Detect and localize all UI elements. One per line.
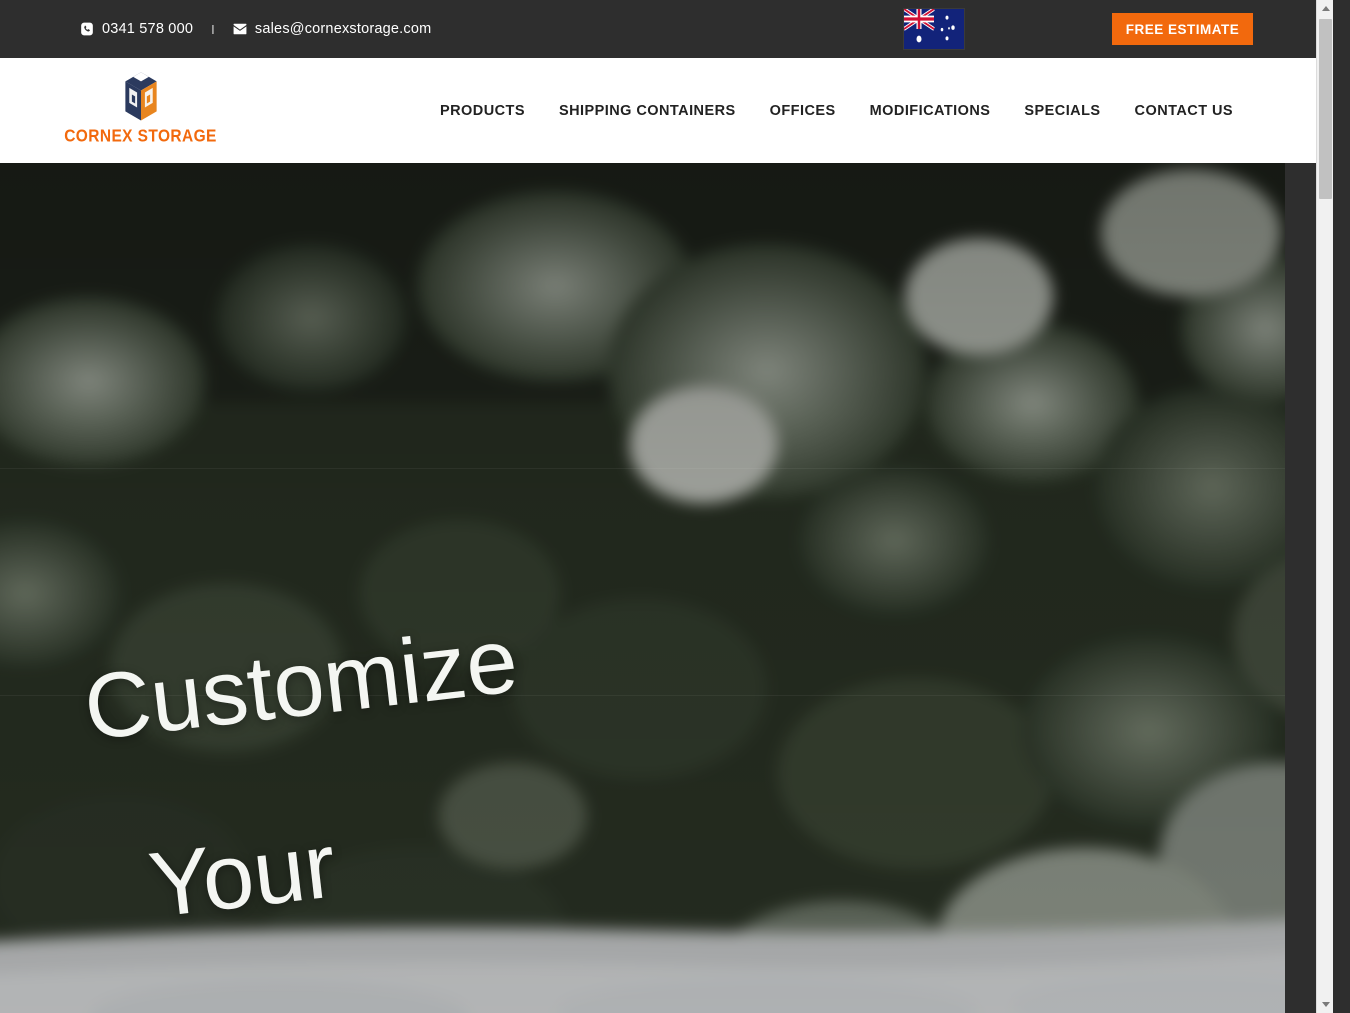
scroll-down-arrow-icon[interactable] (1317, 996, 1333, 1013)
phone-number: 0341 578 000 (102, 21, 194, 37)
contact-separator: I (211, 21, 215, 37)
main-nav: PRODUCTS SHIPPING CONTAINERS OFFICES MOD… (440, 58, 1233, 163)
nav-item-products[interactable]: PRODUCTS (440, 103, 525, 119)
email-address: sales@cornexstorage.com (254, 21, 432, 37)
hero-caption-word-your: Your (144, 814, 341, 937)
logo[interactable]: CORNEX STORAGE (64, 71, 216, 151)
phone-contact[interactable]: 0341 578 000 (80, 21, 193, 37)
cube-box-icon (124, 72, 157, 121)
nav-item-contact-us[interactable]: CONTACT US (1135, 103, 1233, 119)
hero-caption-line-1: Customize (79, 609, 845, 760)
hero-seam-line (0, 468, 1285, 469)
email-contact[interactable]: sales@cornexstorage.com (233, 21, 431, 37)
page-root: 0341 578 000 I sales@cornexstorage.com F… (0, 0, 1333, 1013)
logo-text: CORNEX STORAGE (64, 126, 217, 146)
free-estimate-button[interactable]: FREE ESTIMATE (1112, 13, 1253, 45)
envelope-icon (233, 22, 247, 36)
phone-icon (80, 22, 94, 36)
australia-flag-icon[interactable] (903, 8, 965, 50)
nav-item-offices[interactable]: OFFICES (770, 103, 836, 119)
site-header: CORNEX STORAGE PRODUCTS SHIPPING CONTAIN… (0, 58, 1333, 180)
vertical-scrollbar[interactable] (1316, 0, 1333, 1013)
top-bar-contacts: 0341 578 000 I sales@cornexstorage.com (80, 21, 431, 37)
scrollbar-thumb[interactable] (1319, 19, 1332, 199)
top-bar: 0341 578 000 I sales@cornexstorage.com F… (0, 0, 1333, 58)
hero-section: Customize Your (0, 163, 1285, 1013)
scroll-up-arrow-icon[interactable] (1317, 0, 1333, 17)
hero-caption: Customize Your (79, 609, 845, 937)
nav-item-specials[interactable]: SPECIALS (1024, 103, 1100, 119)
nav-item-shipping-containers[interactable]: SHIPPING CONTAINERS (559, 103, 736, 119)
nav-item-modifications[interactable]: MODIFICATIONS (870, 103, 991, 119)
